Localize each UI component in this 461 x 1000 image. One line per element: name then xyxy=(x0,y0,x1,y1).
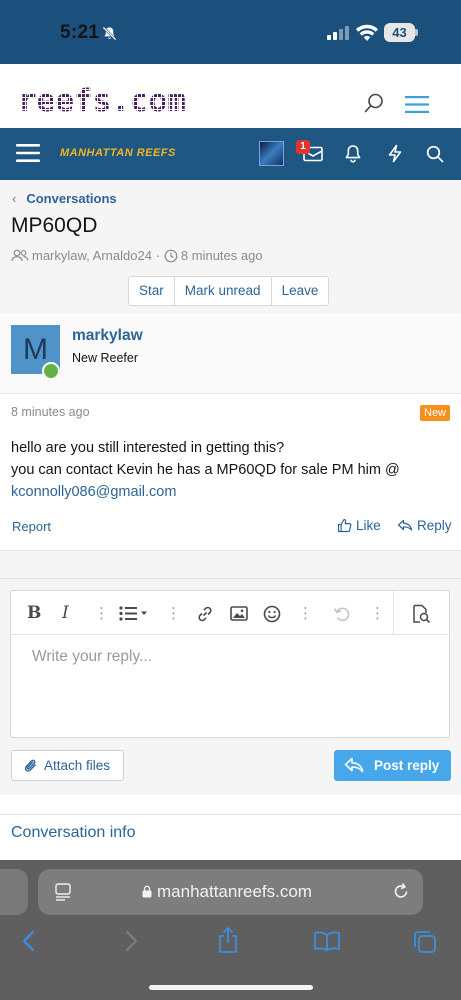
wifi-icon xyxy=(356,24,378,41)
reader-mode-icon[interactable] xyxy=(55,883,71,901)
conversation-info-heading[interactable]: Conversation info xyxy=(11,824,136,842)
reply-icon xyxy=(397,519,413,531)
link-icon[interactable] xyxy=(196,605,214,623)
participants-icon xyxy=(11,249,29,262)
new-badge: New xyxy=(420,405,451,421)
undo-icon[interactable] xyxy=(333,605,351,623)
divider xyxy=(0,578,461,579)
url-text[interactable]: manhattanreefs.com xyxy=(157,882,312,902)
reefs-logo[interactable]: reefs.com xyxy=(18,86,236,116)
battery-tip xyxy=(415,29,418,36)
hamburger-menu-icon[interactable] xyxy=(405,96,429,113)
message-body: hello are you still interested in gettin… xyxy=(11,437,451,503)
thumbs-up-icon xyxy=(337,518,352,533)
conversation-meta: markylaw, Arnaldo24 · 8 minutes ago xyxy=(11,248,263,263)
lock-icon xyxy=(142,885,152,898)
reply-placeholder[interactable]: Write your reply... xyxy=(32,648,152,666)
author-username[interactable]: markylaw xyxy=(72,327,143,345)
like-label: Like xyxy=(356,518,381,533)
italic-icon[interactable]: I xyxy=(62,605,69,622)
breadcrumb-conversations[interactable]: Conversations xyxy=(26,191,116,206)
reply-arrow-icon xyxy=(344,757,364,773)
forum-brand-logo[interactable]: MANHATTAN REEFS xyxy=(60,147,176,159)
inbox-count-badge: 1 xyxy=(296,140,310,154)
email-link[interactable]: kconnolly086@gmail.com xyxy=(11,481,451,503)
more-options-icon[interactable]: ⋮ xyxy=(298,605,313,622)
clock-icon xyxy=(164,249,178,262)
search-icon[interactable] xyxy=(363,92,385,114)
status-time: 5:21 xyxy=(60,22,100,43)
previous-tab-peek[interactable] xyxy=(0,869,28,915)
bell-icon[interactable] xyxy=(344,144,362,163)
battery-level: 43 xyxy=(384,23,415,42)
back-icon[interactable] xyxy=(22,930,36,952)
reload-icon[interactable] xyxy=(392,882,410,901)
bolt-icon[interactable] xyxy=(386,144,404,163)
chevron-left-icon: ‹ xyxy=(12,191,17,206)
svg-text:reefs.com: reefs.com xyxy=(18,86,186,116)
online-dot xyxy=(44,364,58,378)
nav-menu-icon[interactable] xyxy=(16,143,40,163)
page-title: MP60QD xyxy=(11,214,98,237)
reply-label: Reply xyxy=(417,518,452,533)
nav-search-icon[interactable] xyxy=(426,145,444,163)
paperclip-icon xyxy=(24,759,36,772)
conversation-started-time: 8 minutes ago xyxy=(180,248,263,263)
report-link[interactable]: Report xyxy=(12,519,51,534)
emoji-icon[interactable] xyxy=(263,605,281,623)
reply-button[interactable]: Reply xyxy=(397,518,452,533)
author-title: New Reefer xyxy=(72,351,138,365)
forward-icon xyxy=(125,930,138,952)
breadcrumb[interactable]: ‹ Conversations xyxy=(12,191,117,206)
message-time[interactable]: 8 minutes ago xyxy=(11,405,90,419)
bookmarks-icon[interactable] xyxy=(313,931,341,951)
toolbar-divider xyxy=(393,591,394,634)
home-indicator xyxy=(149,985,313,990)
more-options-icon[interactable]: ⋮ xyxy=(94,605,109,622)
leave-button[interactable]: Leave xyxy=(272,277,329,305)
participants-list: markylaw, Arnaldo24 · xyxy=(32,248,160,263)
bold-icon[interactable]: B xyxy=(27,605,41,622)
mark-unread-button[interactable]: Mark unread xyxy=(175,277,272,305)
bell-slash-icon xyxy=(102,26,117,41)
like-button[interactable]: Like xyxy=(337,518,381,533)
share-icon[interactable] xyxy=(217,926,239,954)
user-avatar-icon[interactable] xyxy=(259,141,284,166)
message-line: you can contact Kevin he has a MP60QD fo… xyxy=(11,462,400,478)
cellular-signal-icon xyxy=(327,26,349,40)
message-author-block xyxy=(0,314,461,394)
tabs-icon[interactable] xyxy=(413,930,437,954)
message-line: hello are you still interested in gettin… xyxy=(11,440,285,456)
conversation-actions: Star Mark unread Leave xyxy=(128,276,330,306)
more-options-icon[interactable]: ⋮ xyxy=(370,605,385,622)
battery-indicator: 43 xyxy=(384,23,418,42)
list-icon[interactable] xyxy=(119,606,149,621)
image-icon[interactable] xyxy=(230,606,248,621)
preview-icon[interactable] xyxy=(411,604,431,624)
online-status-icon xyxy=(42,362,60,380)
star-button[interactable]: Star xyxy=(129,277,175,305)
more-options-icon[interactable]: ⋮ xyxy=(166,605,181,622)
